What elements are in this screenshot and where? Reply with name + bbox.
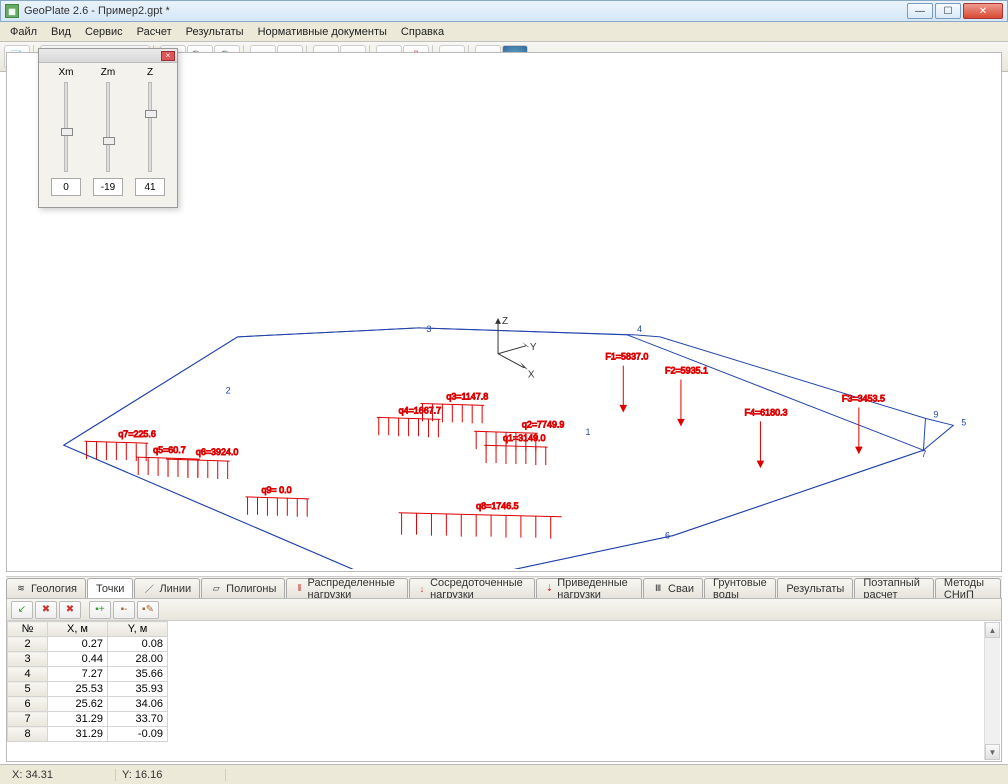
slider-zm[interactable] bbox=[106, 82, 110, 172]
menu-norms[interactable]: Нормативные документы bbox=[252, 24, 393, 40]
svg-text:F4=6180.3: F4=6180.3 bbox=[745, 407, 788, 417]
view-panel-close[interactable]: × bbox=[161, 51, 175, 61]
tab-snip[interactable]: Методы СНиП bbox=[935, 578, 1001, 598]
svg-text:Y: Y bbox=[530, 342, 537, 353]
pointload-icon: ↓ bbox=[418, 583, 426, 595]
svg-text:F2=5935.1: F2=5935.1 bbox=[665, 366, 708, 376]
svg-text:q4=1667.7: q4=1667.7 bbox=[399, 405, 442, 415]
tab-polygons[interactable]: ▱Полигоны bbox=[201, 578, 285, 598]
table-row[interactable]: 525.5335.93 bbox=[8, 682, 168, 697]
svg-text:q8=1746.5: q8=1746.5 bbox=[476, 501, 519, 511]
svg-text:9: 9 bbox=[933, 409, 938, 419]
bottom-panel: ↙ ✖ ✖ ▪+ ▪- ▪✎ № X, м Y, м 20.270.08 30.… bbox=[6, 598, 1002, 762]
line-icon: ／ bbox=[143, 583, 155, 595]
titlebar: ▦ GeoPlate 2.6 - Пример2.gpt * — ☐ ✕ bbox=[0, 0, 1008, 22]
slider-z[interactable] bbox=[148, 82, 152, 172]
distload-icon: ⫴ bbox=[295, 583, 303, 595]
svg-text:5: 5 bbox=[961, 417, 966, 427]
mid-tabs: ≋Геология Точки ／Линии ▱Полигоны ⫴Распре… bbox=[6, 576, 1002, 598]
scroll-up-icon[interactable]: ▲ bbox=[985, 622, 1000, 638]
window-title: GeoPlate 2.6 - Пример2.gpt * bbox=[24, 5, 907, 17]
col-x[interactable]: X, м bbox=[48, 622, 108, 637]
menubar: Файл Вид Сервис Расчет Результаты Нормат… bbox=[0, 22, 1008, 42]
svg-text:6: 6 bbox=[665, 531, 670, 541]
svg-text:q6=3924.0: q6=3924.0 bbox=[196, 447, 239, 457]
tab-piles[interactable]: ⅢСваи bbox=[643, 578, 703, 598]
svg-text:7: 7 bbox=[921, 449, 926, 459]
svg-text:F1=5837.0: F1=5837.0 bbox=[605, 352, 648, 362]
pile-icon: Ⅲ bbox=[652, 583, 664, 595]
table-row[interactable]: 731.2933.70 bbox=[8, 712, 168, 727]
svg-text:1: 1 bbox=[586, 427, 591, 437]
svg-text:3: 3 bbox=[426, 324, 431, 334]
slider-zm-label: Zm bbox=[101, 67, 115, 78]
col-n[interactable]: № bbox=[8, 622, 48, 637]
add-point-button[interactable]: ▪+ bbox=[89, 601, 111, 619]
slider-zm-value[interactable]: -19 bbox=[93, 178, 123, 196]
svg-text:X: X bbox=[528, 370, 535, 381]
tab-point-loads[interactable]: ↓Сосредоточенные нагрузки bbox=[409, 578, 536, 598]
tab-geology[interactable]: ≋Геология bbox=[6, 578, 86, 598]
slider-xm-label: Xm bbox=[59, 67, 74, 78]
maximize-button[interactable]: ☐ bbox=[935, 3, 961, 19]
svg-text:q3=1147.8: q3=1147.8 bbox=[446, 391, 488, 401]
svg-text:4: 4 bbox=[637, 324, 642, 334]
svg-text:F3=3453.5: F3=3453.5 bbox=[842, 393, 885, 403]
menu-results[interactable]: Результаты bbox=[180, 24, 250, 40]
table-row[interactable]: 30.4428.00 bbox=[8, 652, 168, 667]
svg-text:q1=3149.0: q1=3149.0 bbox=[503, 433, 546, 443]
tab-staged-calc[interactable]: Поэтапный расчет bbox=[854, 578, 934, 598]
svg-text:Z: Z bbox=[502, 316, 508, 327]
status-x: X: 34.31 bbox=[6, 769, 116, 781]
tab-results[interactable]: Результаты bbox=[777, 578, 853, 598]
tab-lines[interactable]: ／Линии bbox=[134, 578, 200, 598]
remove-point-button[interactable]: ▪- bbox=[113, 601, 135, 619]
layers-icon: ≋ bbox=[15, 583, 27, 595]
minimize-button[interactable]: — bbox=[907, 3, 933, 19]
tab-points[interactable]: Точки bbox=[87, 578, 133, 598]
menu-calc[interactable]: Расчет bbox=[131, 24, 178, 40]
status-y: Y: 16.16 bbox=[116, 769, 226, 781]
svg-text:q2=7749.9: q2=7749.9 bbox=[522, 419, 565, 429]
view-panel[interactable]: × Xm 0 Zm -19 Z 41 bbox=[38, 48, 178, 208]
statusbar: X: 34.31 Y: 16.16 bbox=[0, 764, 1008, 784]
app-icon: ▦ bbox=[5, 4, 19, 18]
tab-reduced-loads[interactable]: ⇣Приведенные нагрузки bbox=[536, 578, 642, 598]
polygon-icon: ▱ bbox=[210, 583, 222, 595]
close-button[interactable]: ✕ bbox=[963, 3, 1003, 19]
menu-help[interactable]: Справка bbox=[395, 24, 450, 40]
svg-text:2: 2 bbox=[226, 386, 231, 396]
table-row[interactable]: 625.6234.06 bbox=[8, 697, 168, 712]
table-row[interactable]: 47.2735.66 bbox=[8, 667, 168, 682]
add-button[interactable]: ↙ bbox=[11, 601, 33, 619]
menu-view[interactable]: Вид bbox=[45, 24, 77, 40]
menu-service[interactable]: Сервис bbox=[79, 24, 129, 40]
svg-text:q9= 0.0: q9= 0.0 bbox=[261, 485, 291, 495]
slider-xm[interactable] bbox=[64, 82, 68, 172]
col-y[interactable]: Y, м bbox=[108, 622, 168, 637]
table-row[interactable]: 831.29-0.09 bbox=[8, 727, 168, 742]
bottom-toolbar: ↙ ✖ ✖ ▪+ ▪- ▪✎ bbox=[7, 599, 1001, 621]
edit-point-button[interactable]: ▪✎ bbox=[137, 601, 159, 619]
scroll-down-icon[interactable]: ▼ bbox=[985, 744, 1000, 760]
svg-text:q5=60.7: q5=60.7 bbox=[153, 445, 186, 455]
tab-groundwater[interactable]: Грунтовые воды bbox=[704, 578, 776, 598]
slider-xm-value[interactable]: 0 bbox=[51, 178, 81, 196]
points-table[interactable]: № X, м Y, м 20.270.08 30.4428.00 47.2735… bbox=[7, 621, 168, 742]
delete-all-button[interactable]: ✖ bbox=[59, 601, 81, 619]
svg-text:q7=225.6: q7=225.6 bbox=[118, 429, 156, 439]
bottom-scrollbar[interactable]: ▲ ▼ bbox=[984, 622, 1000, 760]
redload-icon: ⇣ bbox=[545, 583, 553, 595]
slider-z-label: Z bbox=[147, 67, 153, 78]
slider-z-value[interactable]: 41 bbox=[135, 178, 165, 196]
tab-distributed-loads[interactable]: ⫴Распределенные нагрузки bbox=[286, 578, 407, 598]
menu-file[interactable]: Файл bbox=[4, 24, 43, 40]
table-row[interactable]: 20.270.08 bbox=[8, 637, 168, 652]
delete-row-button[interactable]: ✖ bbox=[35, 601, 57, 619]
